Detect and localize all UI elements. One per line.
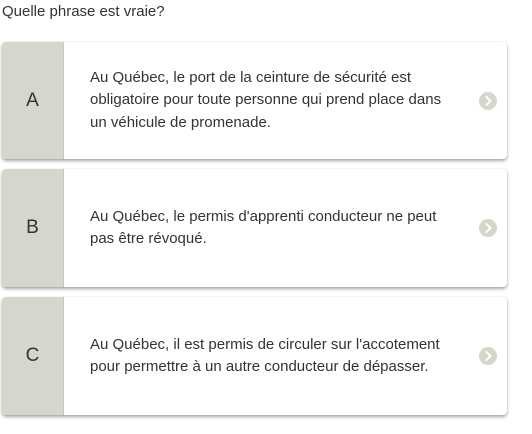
option-text: Au Québec, le permis d'apprenti conducte… <box>90 207 437 248</box>
option-text: Au Québec, il est permis de circuler sur… <box>90 335 440 376</box>
chevron-right-circle-icon <box>479 219 497 237</box>
chevron-right-circle-icon <box>479 91 497 110</box>
answer-option-b[interactable]: B Au Québec, le permis d'apprenti conduc… <box>2 169 507 287</box>
option-letter: B <box>2 169 64 287</box>
option-label: Au Québec, le port de la ceinture de séc… <box>64 42 507 159</box>
option-label: Au Québec, il est permis de circuler sur… <box>64 297 507 415</box>
answer-option-a[interactable]: A Au Québec, le port de la ceinture de s… <box>2 42 507 159</box>
option-letter: C <box>2 297 64 415</box>
chevron-right-circle-icon <box>479 347 497 365</box>
option-text: Au Québec, le port de la ceinture de séc… <box>90 68 442 131</box>
option-label: Au Québec, le permis d'apprenti conducte… <box>64 169 507 287</box>
answer-options: A Au Québec, le port de la ceinture de s… <box>2 42 507 425</box>
answer-option-c[interactable]: C Au Québec, il est permis de circuler s… <box>2 297 507 415</box>
question-text: Quelle phrase est vraie? <box>2 3 165 20</box>
option-letter: A <box>2 42 64 159</box>
